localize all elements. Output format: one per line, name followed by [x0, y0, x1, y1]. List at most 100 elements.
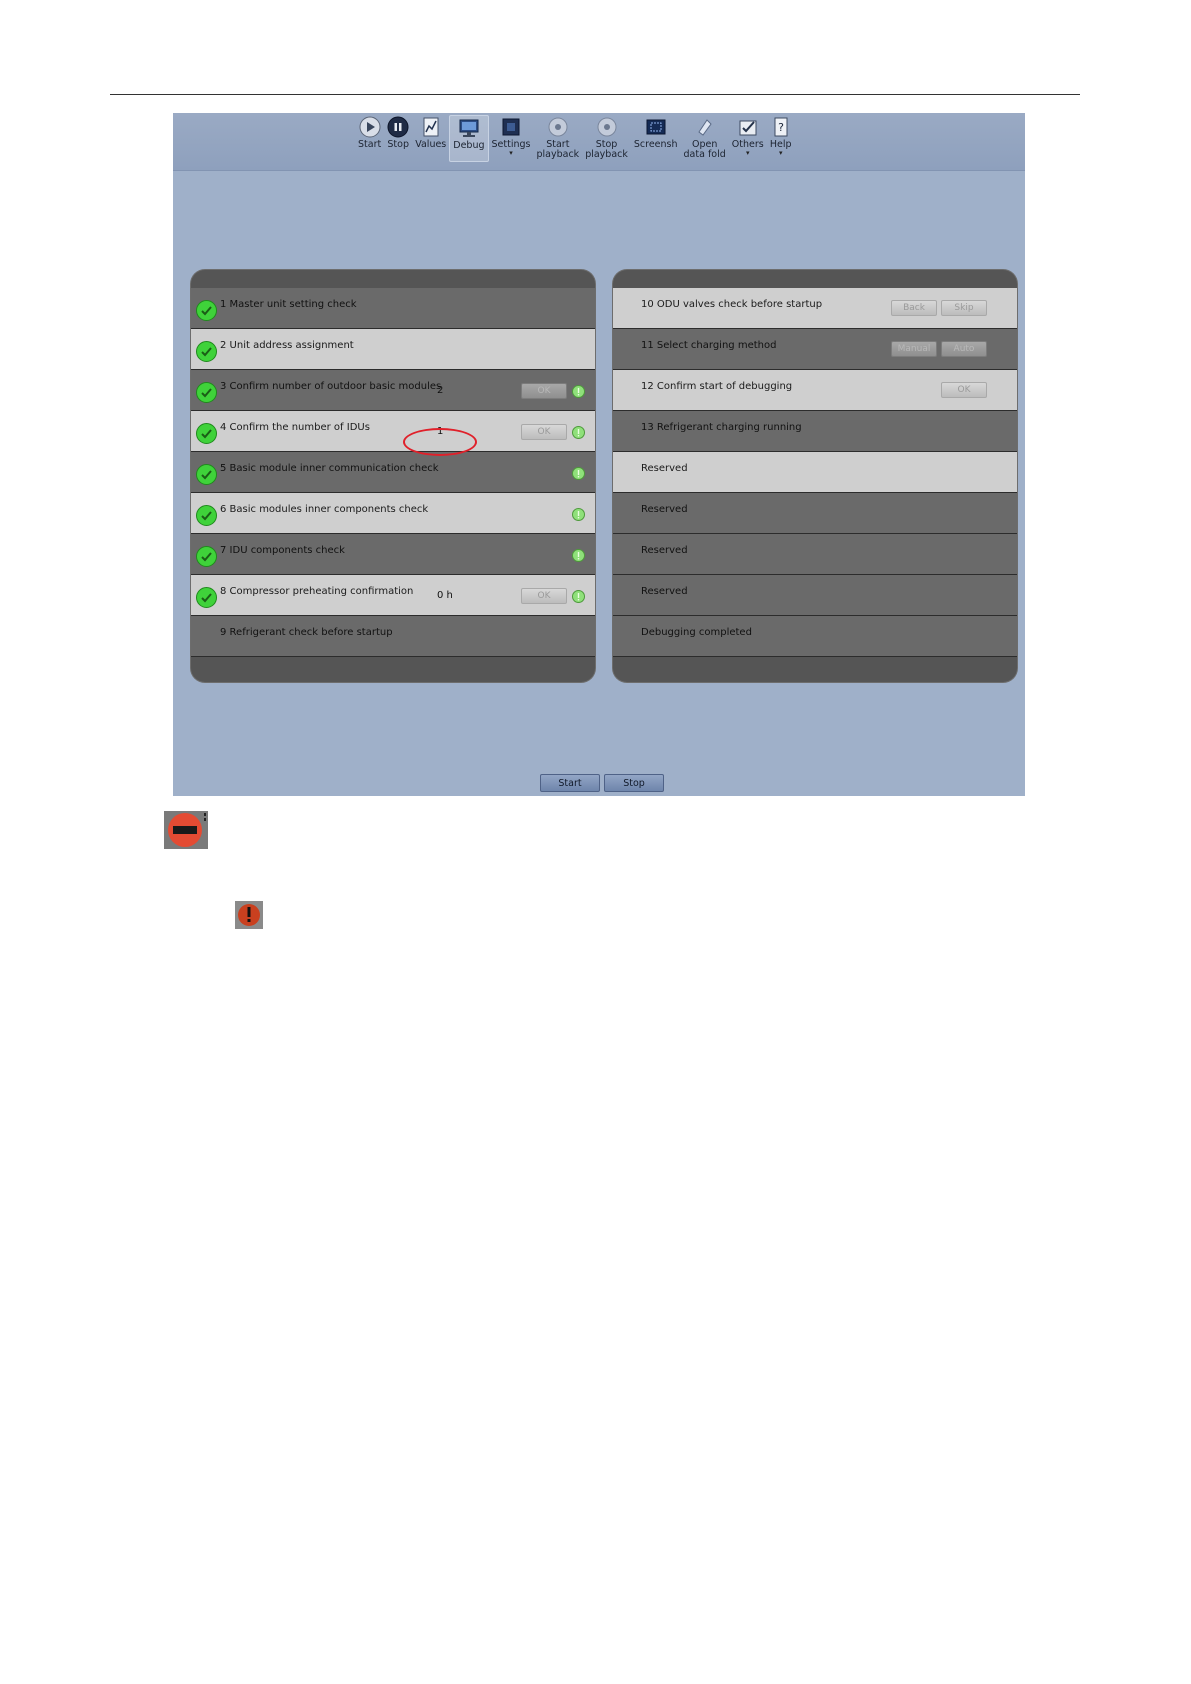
- step-row: Reserved: [613, 452, 1017, 493]
- step-row: 11 Select charging method Manual Auto: [613, 329, 1017, 370]
- step-label: 1 Master unit setting check: [220, 299, 357, 310]
- step-label: 2 Unit address assignment: [220, 340, 354, 351]
- preheat-value-highlight: [403, 428, 477, 456]
- check-complete-icon: [196, 587, 217, 608]
- info-icon[interactable]: [572, 465, 585, 480]
- toolbar-stop-playback-button[interactable]: Stop playback: [582, 115, 631, 162]
- ok-button[interactable]: OK: [941, 382, 987, 398]
- screenshot-icon: [645, 116, 667, 138]
- toolbar-label: Screensh: [633, 139, 678, 150]
- step-label: 6 Basic modules inner components check: [220, 504, 429, 515]
- step-row: 2 Unit address assignment: [191, 329, 595, 370]
- step-row: 6 Basic modules inner components check: [191, 493, 595, 534]
- stop-button[interactable]: Stop: [604, 774, 664, 792]
- step-label: 4 Confirm the number of IDUs: [220, 422, 370, 433]
- step-row: 8 Compressor preheating confirmation 0 h O…: [191, 575, 595, 616]
- step-value: 0 h: [437, 590, 453, 601]
- step-label: Reserved: [641, 586, 688, 597]
- check-complete-icon: [196, 382, 217, 403]
- step-label: Debugging completed: [641, 627, 752, 638]
- steps-panel-left: 1 Master unit setting check 2 Unit addres…: [191, 270, 595, 682]
- step-row: Reserved: [613, 575, 1017, 616]
- manual-button[interactable]: Manual: [891, 341, 937, 357]
- toolbar-label: Open data fold: [683, 139, 726, 160]
- check-complete-icon: [196, 546, 217, 567]
- step-row: 1 Master unit setting check: [191, 288, 595, 329]
- toolbar-label: Stop playback: [585, 139, 628, 160]
- step-label: 11 Select charging method: [641, 340, 777, 351]
- toolbar-stop-button[interactable]: Stop: [384, 115, 412, 162]
- step-label: Reserved: [641, 545, 688, 556]
- step-label: 7 IDU components check: [220, 545, 345, 556]
- check-complete-icon: [196, 341, 217, 362]
- start-playback-icon: [547, 116, 569, 138]
- toolbar-open-folder-button[interactable]: Open data fold: [681, 115, 729, 162]
- check-complete-icon: [196, 300, 217, 321]
- dropdown-arrow-icon: ▾: [778, 149, 783, 157]
- others-icon: [737, 116, 759, 138]
- info-icon[interactable]: [572, 506, 585, 521]
- start-button[interactable]: Start: [540, 774, 600, 792]
- debug-app-window: Start Stop Values Debug Settings ▾ Start playb…: [173, 113, 1025, 796]
- check-complete-icon: [196, 464, 217, 485]
- settings-icon: [500, 116, 522, 138]
- info-icon[interactable]: [572, 424, 585, 439]
- page-header-rule: [110, 94, 1080, 95]
- toolbar-label: Values: [415, 139, 447, 150]
- open-folder-icon: [694, 116, 716, 138]
- info-icon[interactable]: [572, 383, 585, 398]
- right-step-list: 10 ODU valves check before startup Back Sk…: [613, 288, 1017, 657]
- stop-playback-icon: [596, 116, 618, 138]
- toolbar-items: Start Stop Values Debug Settings ▾ Start playb…: [355, 115, 795, 162]
- step-row: 7 IDU components check: [191, 534, 595, 575]
- step-row: 5 Basic module inner communication check: [191, 452, 595, 493]
- stop-icon: [387, 116, 409, 138]
- step-label: Reserved: [641, 463, 688, 474]
- toolbar-others-button[interactable]: Others ▾: [729, 115, 767, 162]
- info-icon[interactable]: [572, 547, 585, 562]
- svg-text:?: ?: [778, 121, 784, 134]
- step-label: Reserved: [641, 504, 688, 515]
- toolbar-start-playback-button[interactable]: Start playback: [533, 115, 582, 162]
- toolbar-help-button[interactable]: ? Help ▾: [767, 115, 795, 162]
- step-row: Reserved: [613, 493, 1017, 534]
- dropdown-arrow-icon: ▾: [745, 149, 750, 157]
- debug-icon: [458, 117, 480, 139]
- back-button[interactable]: Back: [891, 300, 937, 316]
- step-label: 3 Confirm number of outdoor basic module…: [220, 381, 442, 392]
- toolbar-settings-button[interactable]: Settings ▾: [489, 115, 534, 162]
- step-label: 9 Refrigerant check before startup: [220, 627, 393, 638]
- toolbar-values-button[interactable]: Values: [412, 115, 449, 162]
- step-row: 3 Confirm number of outdoor basic module…: [191, 370, 595, 411]
- toolbar-start-button[interactable]: Start: [355, 115, 384, 162]
- step-row: 12 Confirm start of debugging OK: [613, 370, 1017, 411]
- step-label: 5 Basic module inner communication check: [220, 463, 439, 474]
- values-icon: [420, 116, 442, 138]
- ok-button[interactable]: OK: [521, 424, 567, 440]
- step-row: 13 Refrigerant charging running: [613, 411, 1017, 452]
- no-entry-icon: [164, 811, 208, 849]
- step-row: 9 Refrigerant check before startup: [191, 616, 595, 657]
- toolbar-debug-button[interactable]: Debug: [449, 115, 489, 162]
- ok-button[interactable]: OK: [521, 588, 567, 604]
- skip-button[interactable]: Skip: [941, 300, 987, 316]
- info-icon[interactable]: [572, 588, 585, 603]
- check-complete-icon: [196, 423, 217, 444]
- toolbar-label: Start: [358, 139, 382, 150]
- step-row: Debugging completed: [613, 616, 1017, 657]
- toolbar: Start Stop Values Debug Settings ▾ Start playb…: [173, 113, 1025, 171]
- step-label: 8 Compressor preheating confirmation: [220, 586, 414, 597]
- steps-panel-right: 10 ODU valves check before startup Back Sk…: [613, 270, 1017, 682]
- step-label: 10 ODU valves check before startup: [641, 299, 823, 310]
- auto-button[interactable]: Auto: [941, 341, 987, 357]
- ok-button[interactable]: OK: [521, 383, 567, 399]
- step-label: 13 Refrigerant charging running: [641, 422, 802, 433]
- help-icon: ?: [770, 116, 792, 138]
- step-row: 10 ODU valves check before startup Back Sk…: [613, 288, 1017, 329]
- toolbar-label: Stop: [387, 139, 410, 150]
- left-step-list: 1 Master unit setting check 2 Unit addres…: [191, 288, 595, 657]
- check-complete-icon: [196, 505, 217, 526]
- step-row: 4 Confirm the number of IDUs 1 OK: [191, 411, 595, 452]
- step-label: 12 Confirm start of debugging: [641, 381, 793, 392]
- toolbar-screenshot-button[interactable]: Screensh: [631, 115, 681, 162]
